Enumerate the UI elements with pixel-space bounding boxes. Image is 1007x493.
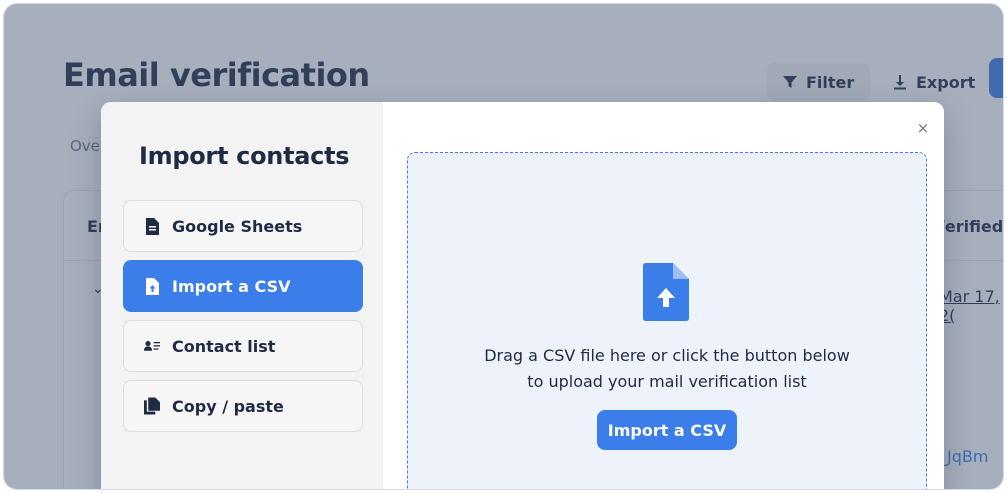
option-import-csv[interactable]: Import a CSV xyxy=(123,260,363,312)
modal-title: Import contacts xyxy=(139,142,350,170)
import-contacts-modal: Import contacts Google Sheets Import a C… xyxy=(101,102,944,489)
dropzone-instructions-secondary: to upload your mail verification list xyxy=(527,372,807,391)
dropzone-instructions: Drag a CSV file here or click the button… xyxy=(484,346,850,365)
file-upload-icon xyxy=(643,263,689,325)
option-copy-paste[interactable]: Copy / paste xyxy=(123,380,363,432)
csv-dropzone[interactable]: Drag a CSV file here or click the button… xyxy=(407,152,927,489)
option-contact-list[interactable]: Contact list xyxy=(123,320,363,372)
option-label: Contact list xyxy=(172,336,276,356)
import-options-panel: Import contacts Google Sheets Import a C… xyxy=(101,102,383,489)
contact-list-icon xyxy=(144,337,160,355)
option-label: Google Sheets xyxy=(172,216,303,236)
file-upload-icon xyxy=(144,277,160,295)
import-csv-button[interactable]: Import a CSV xyxy=(597,410,737,450)
option-label: Copy / paste xyxy=(172,396,284,416)
option-google-sheets[interactable]: Google Sheets xyxy=(123,200,363,252)
app-window: Email verification Filter Export Ove Er … xyxy=(3,3,1004,490)
option-label: Import a CSV xyxy=(172,276,291,296)
document-icon xyxy=(144,217,160,235)
copy-icon xyxy=(144,397,160,415)
close-icon[interactable]: × xyxy=(915,120,931,136)
